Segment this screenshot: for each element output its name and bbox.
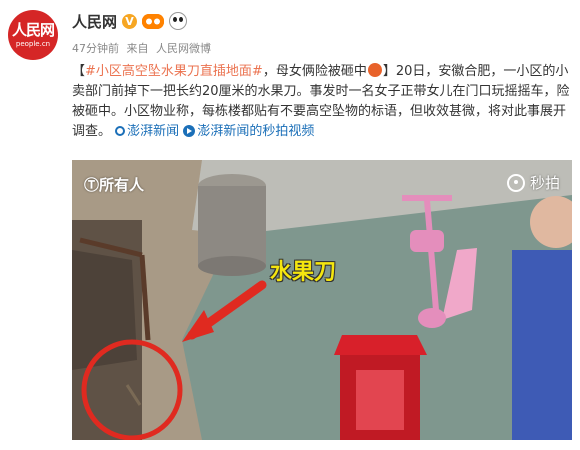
video-thumbnail[interactable]: Ⓣ所有人 秒拍 水果刀: [72, 160, 572, 440]
post-time[interactable]: 47分钟前: [72, 42, 119, 55]
stool-top: [334, 335, 427, 355]
source-link-label: 澎湃新闻: [127, 124, 180, 139]
header-name-row: 人民网 V: [72, 10, 188, 32]
post-source[interactable]: 人民网微博: [156, 42, 211, 55]
video-frame: [72, 160, 572, 440]
source-link[interactable]: 澎湃新闻: [115, 124, 179, 139]
bracket-close: 】: [382, 64, 396, 79]
scooter-wheel: [418, 308, 446, 328]
panda-icon: [169, 12, 188, 30]
hashtag-link[interactable]: #小区高空坠水果刀直插地面#: [85, 64, 263, 79]
video-link[interactable]: 澎湃新闻的秒拍视频: [183, 124, 314, 139]
avatar-logo: 人民网: [11, 21, 55, 39]
verified-icon: V: [122, 13, 138, 29]
trash-can: [198, 186, 266, 266]
angry-emoji-icon: [367, 63, 382, 77]
watermark-left: Ⓣ所有人: [84, 176, 145, 194]
watermark-right: 秒拍: [506, 172, 560, 193]
stool-cutout: [356, 370, 404, 430]
post-meta: 47分钟前 来自 人民网微博: [72, 40, 215, 56]
link-icon: [115, 126, 126, 136]
watermark-right-label: 秒拍: [529, 174, 560, 192]
child-body: [512, 250, 572, 440]
trash-can-base: [198, 256, 266, 276]
headline-rest: ，母女俩险被砸中: [262, 64, 367, 79]
knife-annotation-label: 水果刀: [270, 260, 337, 285]
avatar-domain: people.cn: [15, 40, 51, 48]
video-link-label: 澎湃新闻的秒拍视频: [197, 124, 315, 139]
miaopai-logo-icon: [506, 173, 525, 192]
bracket-open: 【: [72, 64, 86, 79]
from-label: 来自: [126, 42, 149, 55]
video-play-icon: [183, 125, 196, 137]
user-name[interactable]: 人民网: [72, 11, 117, 32]
avatar-image[interactable]: 人民网 people.cn: [8, 10, 58, 60]
fans-badge-icon: [142, 13, 165, 29]
post-text: 【#小区高空坠水果刀直插地面#，母女俩险被砸中 】20日，安徽合肥，一小区的小卖部…: [72, 62, 572, 142]
avatar[interactable]: 人民网 people.cn: [8, 10, 62, 64]
